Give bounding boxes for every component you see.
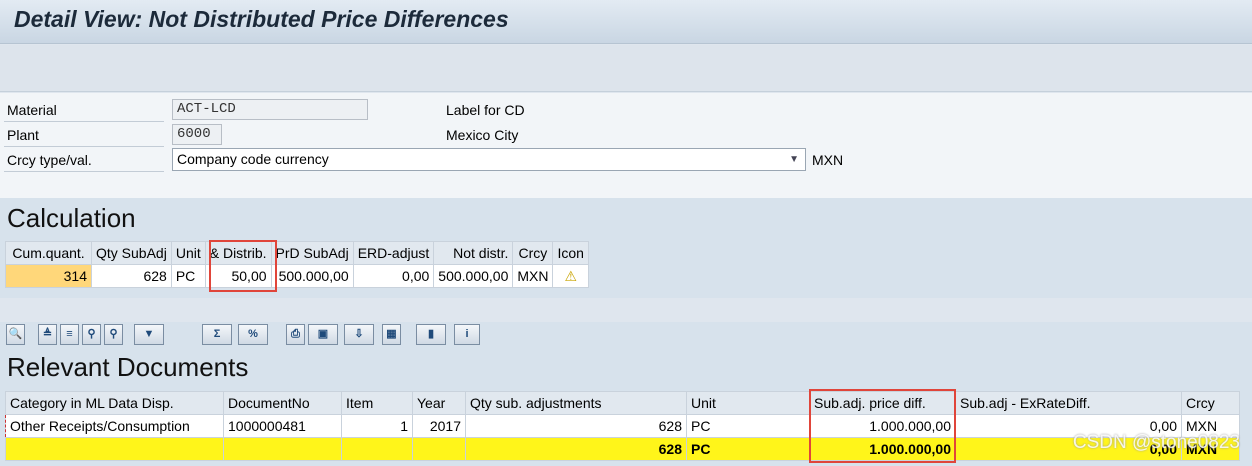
documents-header-row: Category in ML Data Disp. DocumentNo Ite… bbox=[5, 391, 1240, 415]
currency-type-value: Company code currency bbox=[177, 151, 329, 167]
currency-code: MXN bbox=[812, 152, 844, 168]
col-unit[interactable]: Unit bbox=[170, 241, 206, 265]
layout-icon[interactable]: ▦ bbox=[382, 324, 401, 345]
watermark: CSDN @stone0823 bbox=[1072, 432, 1240, 453]
cell-qty-subadj[interactable]: 628 bbox=[91, 264, 172, 288]
export-icon[interactable]: ⇩ bbox=[344, 324, 374, 345]
cell-unit[interactable]: PC bbox=[170, 264, 206, 288]
cell-document-no[interactable]: 1000000481 bbox=[223, 414, 342, 438]
title-bar: Detail View: Not Distributed Price Diffe… bbox=[0, 0, 1252, 44]
total-unit[interactable]: PC bbox=[686, 437, 810, 461]
col-sub-adj-exrate-diff[interactable]: Sub.adj - ExRateDiff. bbox=[955, 391, 1182, 415]
subtotal-icon[interactable]: % bbox=[238, 324, 268, 345]
col-erd-adjust[interactable]: ERD-adjust bbox=[352, 241, 435, 265]
details-icon[interactable]: 🔍 bbox=[6, 324, 25, 345]
crcy-type-label: Crcy type/val. bbox=[7, 152, 92, 168]
col-crcy[interactable]: Crcy bbox=[512, 241, 554, 265]
cell-prd-subadj[interactable]: 500.000,00 bbox=[270, 264, 354, 288]
material-label: Material bbox=[7, 102, 57, 118]
col-sub-adj-price-diff[interactable]: Sub.adj. price diff. bbox=[809, 391, 956, 415]
total-category bbox=[5, 437, 224, 461]
sort-ascending-icon[interactable]: ≜ bbox=[38, 324, 57, 345]
total-icon[interactable]: Σ bbox=[202, 324, 232, 345]
cell-category[interactable]: Other Receipts/Consumption bbox=[5, 414, 224, 438]
sort-descending-icon[interactable]: ≡ bbox=[60, 324, 79, 345]
total-item bbox=[341, 437, 413, 461]
filter-icon[interactable]: ▼ bbox=[134, 324, 164, 345]
total-document-no bbox=[223, 437, 342, 461]
divider bbox=[4, 171, 164, 172]
col-prd-subadj[interactable]: PrD SubAdj bbox=[270, 241, 354, 265]
print-icon[interactable]: ⎙ bbox=[286, 324, 305, 345]
col-not-distr[interactable]: Not distr. bbox=[433, 241, 514, 265]
col-qty-subadj[interactable]: Qty SubAdj bbox=[91, 241, 172, 265]
divider bbox=[4, 121, 164, 122]
calculation-header-row: Cum.quant. Qty SubAdj Unit & Distrib. Pr… bbox=[5, 241, 589, 265]
col-item[interactable]: Item bbox=[341, 391, 413, 415]
col-qty-sub-adjustments[interactable]: Qty sub. adjustments bbox=[465, 391, 687, 415]
cell-year[interactable]: 2017 bbox=[412, 414, 466, 438]
total-year bbox=[412, 437, 466, 461]
plant-label: Plant bbox=[7, 127, 39, 143]
col-document-no[interactable]: DocumentNo bbox=[223, 391, 342, 415]
cell-distrib[interactable]: 50,00 bbox=[204, 264, 272, 288]
documents-title: Relevant Documents bbox=[7, 352, 249, 382]
total-price-diff[interactable]: 1.000.000,00 bbox=[809, 437, 956, 461]
graphic-icon[interactable]: ▮ bbox=[416, 324, 446, 345]
info-icon[interactable]: i bbox=[454, 324, 480, 345]
dropdown-arrow-icon[interactable]: ▼ bbox=[789, 149, 799, 170]
col-crcy[interactable]: Crcy bbox=[1181, 391, 1240, 415]
documents-table: Category in ML Data Disp. DocumentNo Ite… bbox=[5, 391, 1240, 461]
calculation-row[interactable]: 314 628 PC 50,00 500.000,00 0,00 500.000… bbox=[5, 264, 589, 288]
find-next-icon[interactable]: ⚲ bbox=[104, 324, 123, 345]
total-row[interactable]: 628 PC 1.000.000,00 0,00 MXN bbox=[5, 437, 1240, 461]
divider bbox=[4, 146, 164, 147]
table-row[interactable]: Other Receipts/Consumption 1000000481 1 … bbox=[5, 414, 1240, 438]
page-title: Detail View: Not Distributed Price Diffe… bbox=[14, 6, 509, 32]
cell-price-diff[interactable]: 1.000.000,00 bbox=[809, 414, 956, 438]
col-icon[interactable]: Icon bbox=[552, 241, 589, 265]
cell-not-distr[interactable]: 500.000,00 bbox=[433, 264, 514, 288]
col-distrib[interactable]: & Distrib. bbox=[204, 241, 272, 265]
views-icon[interactable]: ▣ bbox=[308, 324, 338, 345]
cell-cum-quant[interactable]: 314 bbox=[5, 264, 92, 288]
cell-qty[interactable]: 628 bbox=[465, 414, 687, 438]
find-icon[interactable]: ⚲ bbox=[82, 324, 101, 345]
col-cum-quant[interactable]: Cum.quant. bbox=[5, 241, 92, 265]
cell-crcy[interactable]: MXN bbox=[512, 264, 554, 288]
calculation-table: Cum.quant. Qty SubAdj Unit & Distrib. Pr… bbox=[5, 241, 589, 288]
total-qty[interactable]: 628 bbox=[465, 437, 687, 461]
application-toolbar bbox=[0, 45, 1252, 92]
warning-icon: ⚠ bbox=[552, 264, 589, 288]
col-category[interactable]: Category in ML Data Disp. bbox=[5, 391, 224, 415]
plant-description: Mexico City bbox=[446, 127, 519, 143]
currency-type-dropdown[interactable]: Company code currency ▼ bbox=[172, 148, 806, 171]
material-description: Label for CD bbox=[446, 102, 525, 118]
plant-field[interactable]: 6000 bbox=[172, 124, 222, 145]
col-unit[interactable]: Unit bbox=[686, 391, 810, 415]
calculation-title: Calculation bbox=[7, 203, 136, 233]
cell-item[interactable]: 1 bbox=[341, 414, 413, 438]
cell-erd-adjust[interactable]: 0,00 bbox=[352, 264, 435, 288]
col-year[interactable]: Year bbox=[412, 391, 466, 415]
cell-unit[interactable]: PC bbox=[686, 414, 810, 438]
material-field[interactable]: ACT-LCD bbox=[172, 99, 368, 120]
